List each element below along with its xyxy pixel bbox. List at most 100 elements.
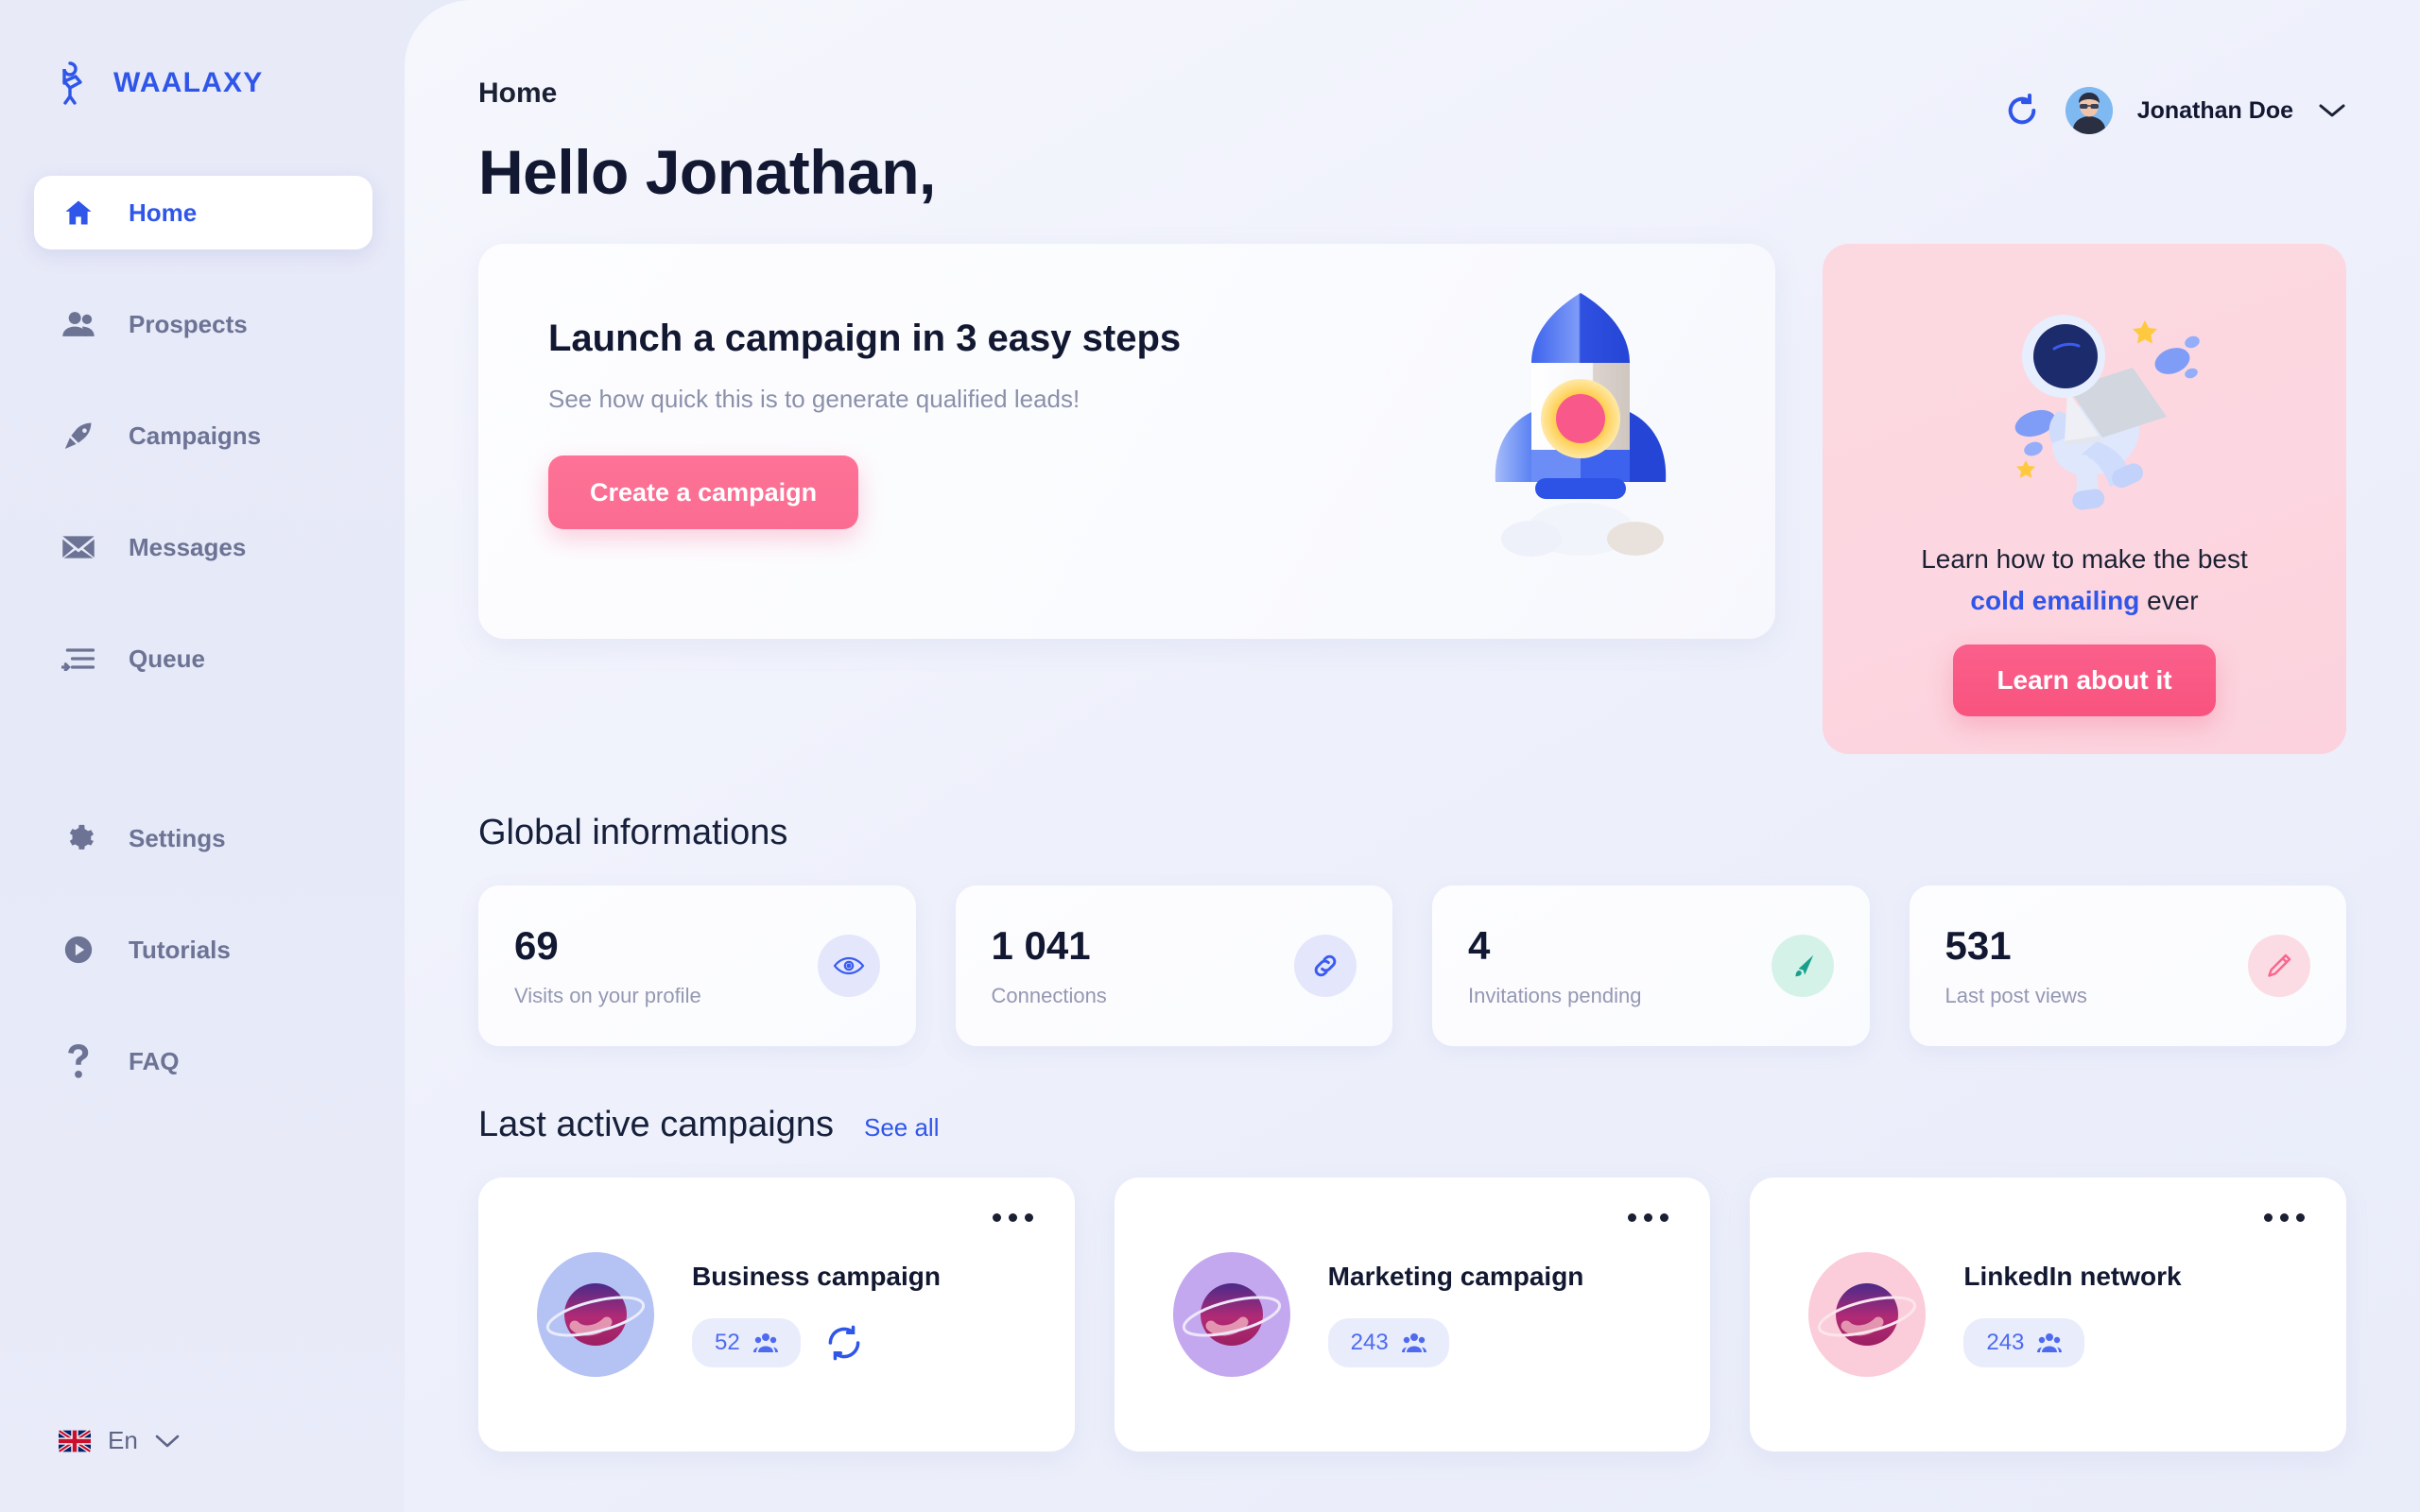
stat-text: 1 041 Connections [992, 923, 1107, 1008]
sidebar-item-label: Messages [129, 532, 247, 561]
launch-campaign-card: Launch a campaign in 3 easy steps See ho… [478, 244, 1775, 639]
stat-text: 4 Invitations pending [1468, 923, 1641, 1008]
question-mark-icon [57, 1044, 100, 1078]
stat-card-post-views: 531 Last post views [1909, 885, 2346, 1046]
hero-row: Launch a campaign in 3 easy steps See ho… [478, 244, 2346, 754]
gear-icon [57, 822, 100, 854]
people-icon [57, 310, 100, 338]
see-all-link[interactable]: See all [864, 1113, 940, 1143]
stat-card-connections: 1 041 Connections [955, 885, 1392, 1046]
prospect-count: 243 [1986, 1330, 2025, 1355]
campaign-card-business[interactable]: Business campaign 52 [478, 1177, 1075, 1452]
campaign-meta: 243 [1963, 1318, 2181, 1367]
more-options-icon[interactable] [1628, 1213, 1669, 1222]
campaigns-heading: Last active campaigns [478, 1105, 834, 1144]
global-info-heading: Global informations [478, 813, 788, 852]
sidebar-item-campaigns[interactable]: Campaigns [34, 399, 372, 472]
promo-highlight: cold emailing [1970, 586, 2140, 615]
campaign-body: Business campaign 52 [692, 1262, 941, 1367]
promo-suffix: ever [2139, 586, 2199, 615]
learn-about-it-button[interactable]: Learn about it [1953, 644, 2216, 716]
prospect-count-badge: 52 [692, 1318, 801, 1367]
user-name: Jonathan Doe [2136, 96, 2293, 124]
rocket-icon [57, 420, 100, 452]
page-title: Hello Jonathan, [478, 137, 936, 207]
sidebar-item-label: Campaigns [129, 421, 262, 450]
page-header: Home Hello Jonathan, Jonathan Doe [478, 0, 2346, 208]
rocket-illustration [1473, 291, 1688, 579]
astronaut-illustration [1943, 293, 2226, 529]
breadcrumb: Home [478, 77, 558, 109]
stat-value: 531 [1945, 923, 2012, 968]
stat-value: 69 [514, 923, 559, 968]
campaign-name: Marketing campaign [1327, 1262, 1584, 1291]
prospect-count-badge: 243 [1327, 1318, 1449, 1367]
campaign-body: LinkedIn network 243 [1963, 1262, 2182, 1367]
home-icon [57, 198, 100, 228]
send-icon [1771, 935, 1834, 997]
stat-label: Visits on your profile [514, 984, 701, 1007]
launch-column: Launch a campaign in 3 easy steps See ho… [478, 244, 1775, 639]
stats-row: 69 Visits on your profile 1 041 Connecti… [478, 885, 2346, 1046]
pencil-icon [2248, 935, 2310, 997]
brand-name: WAALAXY [113, 67, 264, 98]
more-options-icon[interactable] [992, 1213, 1033, 1222]
planet-avatar [537, 1252, 654, 1377]
sync-icon[interactable] [825, 1324, 863, 1362]
sidebar-item-label: Tutorials [129, 935, 231, 964]
chevron-down-icon[interactable] [2318, 102, 2346, 119]
sidebar-item-settings[interactable]: Settings [34, 801, 372, 875]
user-menu[interactable]: Jonathan Doe [2003, 77, 2346, 134]
sidebar-item-label: FAQ [129, 1046, 180, 1075]
campaign-card-marketing[interactable]: Marketing campaign 243 [1114, 1177, 1711, 1452]
campaign-meta: 52 [692, 1318, 941, 1367]
global-info-title: Global informations [478, 813, 2346, 853]
campaign-row: Business campaign 52 Marketing campaign … [478, 1177, 2347, 1452]
promo-card: Learn how to make the best cold emailing… [1823, 244, 2346, 754]
create-campaign-button[interactable]: Create a campaign [548, 455, 859, 529]
campaign-card-linkedin[interactable]: LinkedIn network 243 [1750, 1177, 2347, 1452]
stat-label: Last post views [1945, 984, 2087, 1007]
promo-line-2: cold emailing ever [1970, 586, 2198, 616]
campaign-meta: 243 [1327, 1318, 1584, 1367]
stat-card-invitations: 4 Invitations pending [1432, 885, 1870, 1046]
sidebar-nav-primary: Home Prospects Campaigns Messages Queue [0, 176, 406, 733]
prospect-count: 52 [715, 1330, 740, 1355]
campaign-name: LinkedIn network [1963, 1262, 2182, 1291]
planet-avatar [1808, 1252, 1927, 1377]
sidebar-item-faq[interactable]: FAQ [34, 1024, 372, 1098]
stat-text: 531 Last post views [1945, 923, 2087, 1008]
sidebar-item-home[interactable]: Home [34, 176, 372, 249]
uk-flag-icon [59, 1429, 91, 1452]
queue-list-icon [57, 646, 100, 671]
sidebar-item-queue[interactable]: Queue [34, 622, 372, 696]
stat-text: 69 Visits on your profile [514, 923, 701, 1008]
campaign-body: Marketing campaign 243 [1327, 1262, 1584, 1367]
people-icon [752, 1333, 778, 1352]
sidebar-item-label: Queue [129, 644, 205, 673]
prospect-count-badge: 243 [1963, 1318, 2085, 1367]
promo-line-1: Learn how to make the best [1921, 544, 2248, 574]
language-switcher[interactable]: En [0, 1426, 406, 1455]
stat-value: 1 041 [991, 923, 1091, 968]
campaign-name: Business campaign [692, 1262, 941, 1291]
language-label: En [108, 1426, 138, 1454]
main-content: Home Hello Jonathan, Jonathan Doe Launch… [405, 0, 2420, 1512]
user-avatar [2065, 87, 2113, 134]
prospect-count: 243 [1350, 1330, 1389, 1355]
sidebar: WAALAXY Home Prospects Campaigns Message… [0, 0, 406, 1512]
header-titles: Home Hello Jonathan, [478, 77, 936, 208]
people-icon [2037, 1333, 2063, 1352]
sidebar-item-tutorials[interactable]: Tutorials [34, 913, 372, 987]
more-options-icon[interactable] [2264, 1213, 2306, 1222]
stat-card-visits: 69 Visits on your profile [478, 885, 916, 1046]
brand-logo[interactable]: WAALAXY [0, 0, 406, 108]
sidebar-item-messages[interactable]: Messages [34, 510, 372, 584]
avatar[interactable] [2065, 87, 2113, 134]
sidebar-item-label: Prospects [129, 309, 248, 338]
envelope-icon [57, 534, 100, 560]
refresh-icon[interactable] [2003, 92, 2041, 129]
sidebar-item-prospects[interactable]: Prospects [34, 287, 372, 361]
eye-icon [817, 935, 880, 997]
chevron-down-icon[interactable] [155, 1434, 180, 1449]
